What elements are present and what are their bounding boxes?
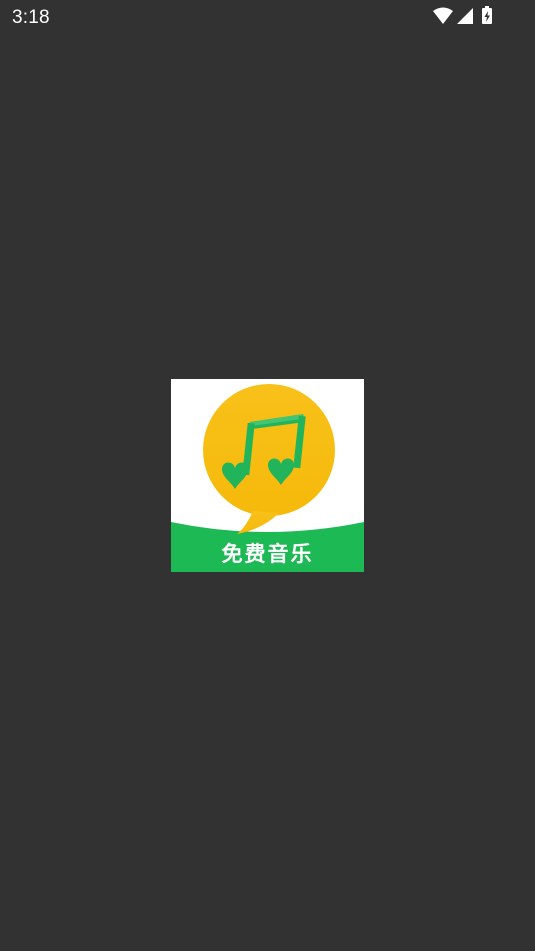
status-icons <box>433 6 497 28</box>
status-time: 3:18 <box>12 7 50 28</box>
cellular-signal-icon <box>457 8 473 24</box>
status-bar: 3:18 <box>0 0 535 36</box>
splash-screen: 3:18 免费音乐 <box>0 0 535 951</box>
wifi-icon <box>433 7 453 24</box>
app-logo: 免费音乐 <box>171 379 364 572</box>
battery-charging-icon <box>482 6 492 24</box>
app-name-label: 免费音乐 <box>221 542 314 566</box>
